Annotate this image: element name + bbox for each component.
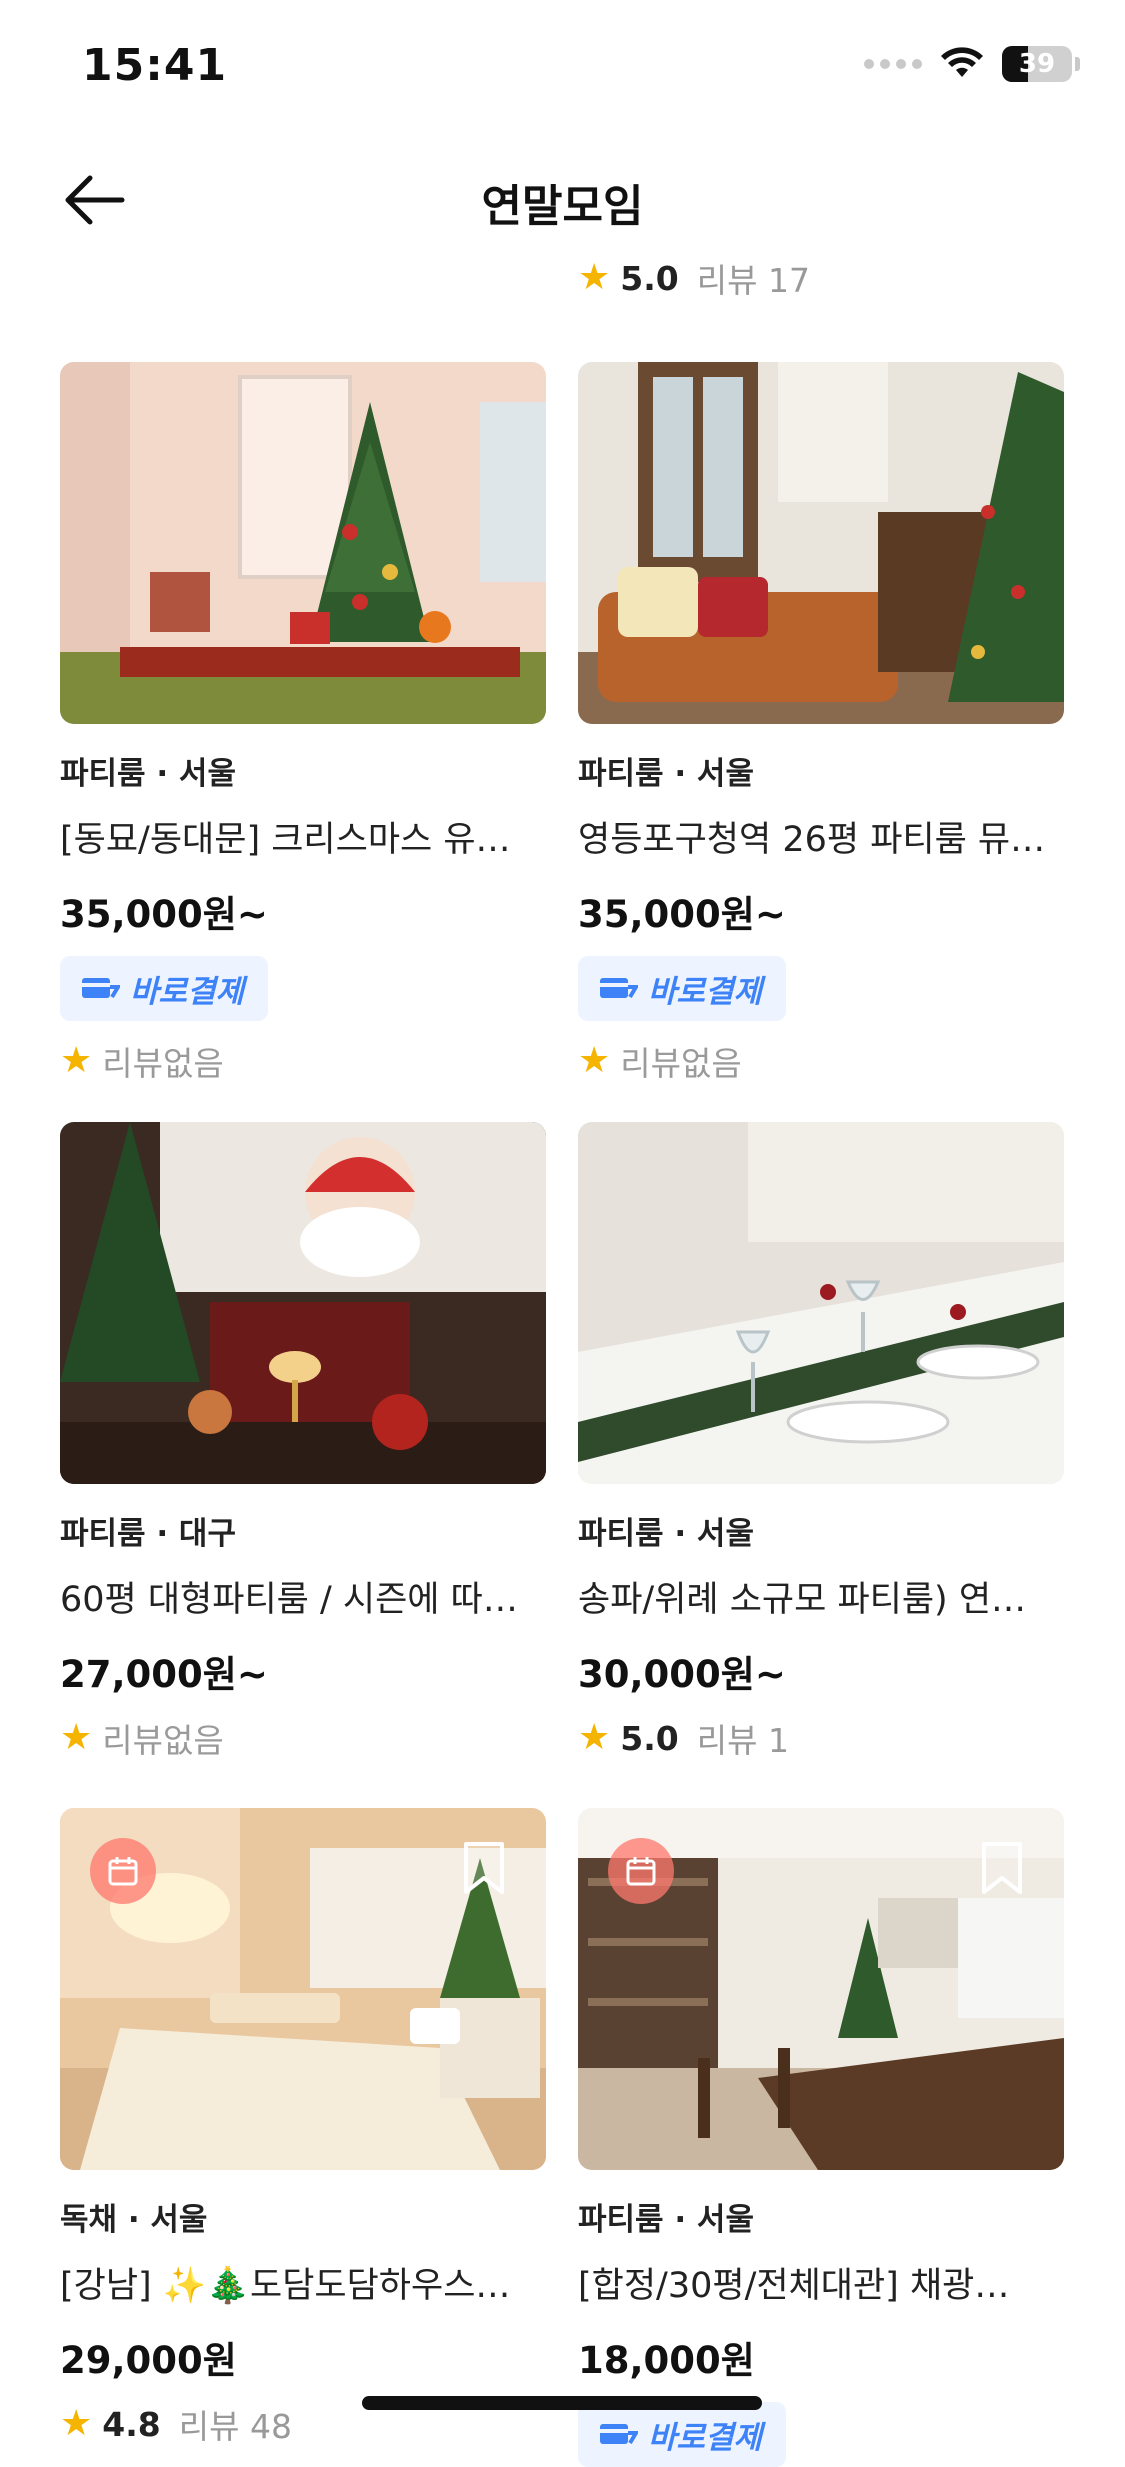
instant-pay-badge: 바로결제: [578, 956, 787, 1021]
signal-icon: [864, 59, 922, 69]
instant-pay-label: 바로결제: [130, 974, 245, 1010]
card-payment-icon: [82, 977, 120, 998]
listing-image[interactable]: [578, 1808, 1064, 2170]
status-bar: 15:41 39: [0, 0, 1125, 140]
listing-rating: ★ 리뷰없음: [60, 1037, 546, 1085]
star-icon: ★: [60, 2403, 93, 2444]
star-icon: ★: [578, 1717, 611, 1758]
listing-category: 독채 · 서울: [60, 2202, 208, 2238]
listing-category: 파티룸 · 서울: [578, 1516, 754, 1552]
listing-image[interactable]: [60, 1808, 546, 2170]
home-indicator[interactable]: [362, 2396, 762, 2410]
card-payment-icon: [600, 2423, 638, 2444]
listing-rating: ★ 5.0 리뷰 1: [578, 1714, 1064, 1762]
listing-card[interactable]: 파티룸 · 서울 송파/위례 소규모 파티룸) 연… 30,000원~ ★ 5.…: [578, 1122, 1064, 1762]
review-count: 리뷰 48: [178, 2407, 292, 2446]
listing-card[interactable]: 파티룸 · 서울 영등포구청역 26평 파티룸 뮤… 35,000원~ 바로결제…: [578, 362, 1064, 1085]
review-count: 리뷰 1: [696, 1721, 789, 1760]
card-payment-icon: [600, 977, 638, 998]
wifi-icon: [941, 47, 983, 77]
status-time: 15:41: [82, 40, 228, 91]
rating-value: 5.0: [620, 258, 679, 298]
listing-card[interactable]: 파티룸 · 서울 [동묘/동대문] 크리스마스 유… 35,000원~ 바로결제…: [60, 362, 546, 1085]
star-icon: ★: [578, 257, 611, 298]
listing-rating: ★ 리뷰없음: [60, 1714, 546, 1762]
listing-title[interactable]: 60평 대형파티룸 / 시즌에 따…: [60, 1571, 546, 1622]
previous-card-rating: ★ 5.0 리뷰 17: [578, 254, 810, 302]
listing-title[interactable]: [합정/30평/전체대관] 채광…: [578, 2257, 1064, 2308]
star-icon: ★: [60, 1717, 93, 1758]
listing-title[interactable]: 영등포구청역 26평 파티룸 뮤…: [578, 811, 1064, 862]
listing-image[interactable]: [60, 1122, 546, 1484]
listing-image[interactable]: [60, 362, 546, 724]
listing-category: 파티룸 · 서울: [578, 756, 754, 792]
no-reviews-label: 리뷰없음: [102, 1721, 224, 1760]
listing-card[interactable]: 독채 · 서울 [강남] ✨🎄도담도담하우스… 29,000원 ★ 4.8 리뷰…: [60, 1808, 546, 2448]
listing-card[interactable]: 파티룸 · 서울 [합정/30평/전체대관] 채광… 18,000원 바로결제: [578, 1808, 1064, 2467]
bookmark-icon[interactable]: [980, 1840, 1024, 1896]
rating-value: 4.8: [102, 2404, 161, 2444]
listing-price: 35,000원~: [60, 893, 268, 936]
battery-icon: 39: [1002, 46, 1072, 82]
listing-title[interactable]: [동묘/동대문] 크리스마스 유…: [60, 811, 546, 862]
listing-category: 파티룸 · 서울: [60, 756, 236, 792]
listing-title[interactable]: [강남] ✨🎄도담도담하우스…: [60, 2257, 546, 2308]
listing-image[interactable]: [578, 1122, 1064, 1484]
listing-card[interactable]: 파티룸 · 대구 60평 대형파티룸 / 시즌에 따… 27,000원~ ★ 리…: [60, 1122, 546, 1762]
review-count: 리뷰 17: [696, 261, 810, 300]
star-icon: ★: [60, 1040, 93, 1081]
listing-title[interactable]: 송파/위례 소규모 파티룸) 연…: [578, 1571, 1064, 1622]
battery-level: 39: [1018, 49, 1056, 79]
instant-pay-badge: 바로결제: [578, 2402, 787, 2467]
rating-value: 5.0: [620, 1718, 679, 1758]
listing-price: 27,000원~: [60, 1653, 268, 1696]
calendar-icon: [90, 1838, 156, 1904]
instant-pay-label: 바로결제: [648, 2420, 763, 2456]
listing-price: 29,000원: [60, 2339, 237, 2382]
bookmark-icon[interactable]: [462, 1840, 506, 1896]
page-title: 연말모임: [481, 181, 644, 232]
listing-image[interactable]: [578, 362, 1064, 724]
star-icon: ★: [578, 1040, 611, 1081]
listing-price: 35,000원~: [578, 893, 786, 936]
listing-rating: ★ 리뷰없음: [578, 1037, 1064, 1085]
no-reviews-label: 리뷰없음: [102, 1044, 224, 1083]
listing-price: 30,000원~: [578, 1653, 786, 1696]
status-icons: 39: [864, 46, 1080, 82]
listing-category: 파티룸 · 서울: [578, 2202, 754, 2238]
header: 연말모임: [0, 150, 1125, 250]
listing-price: 18,000원: [578, 2339, 755, 2382]
no-reviews-label: 리뷰없음: [620, 1044, 742, 1083]
listing-category: 파티룸 · 대구: [60, 1516, 236, 1552]
instant-pay-badge: 바로결제: [60, 956, 269, 1021]
instant-pay-label: 바로결제: [648, 974, 763, 1010]
calendar-icon: [608, 1838, 674, 1904]
